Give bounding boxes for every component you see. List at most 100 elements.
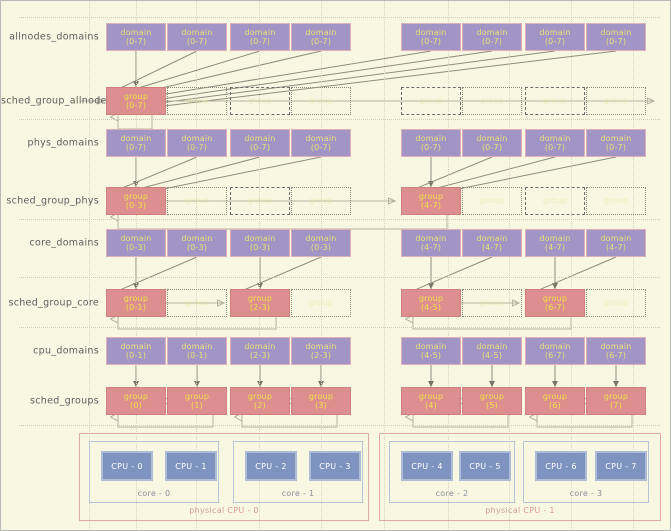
node-range: (0-7) [605, 143, 627, 152]
cpu-box[interactable]: CPU - 4 [401, 451, 453, 481]
domain-node[interactable]: domain (0-1) [167, 337, 227, 365]
domain-node[interactable]: domain (0-7) [586, 129, 646, 157]
cpu-box[interactable]: CPU - 0 [101, 451, 153, 481]
domain-node[interactable]: domain (6-7) [586, 337, 646, 365]
domain-node[interactable]: domain (4-7) [401, 229, 461, 257]
group-node[interactable]: group (0-7) [106, 87, 166, 115]
domain-node[interactable]: domain (2-3) [230, 337, 290, 365]
group-node[interactable]: group (0) [106, 387, 166, 415]
node-range: (0-7) [125, 37, 147, 46]
group-node[interactable]: group (2-3) [230, 289, 290, 317]
row-divider [19, 17, 660, 18]
cpu-box[interactable]: CPU - 5 [459, 451, 511, 481]
ghost-group-node[interactable]: group [230, 87, 290, 115]
node-name: domain [476, 27, 508, 37]
domain-node[interactable]: domain (4-7) [525, 229, 585, 257]
ghost-group-node[interactable]: group [586, 87, 646, 115]
domain-node[interactable]: domain (0-7) [586, 23, 646, 51]
ghost-group-node[interactable]: group [401, 87, 461, 115]
node-range: (4-7) [544, 243, 566, 252]
node-name: domain [476, 341, 508, 351]
domain-node[interactable]: domain (0-7) [291, 129, 351, 157]
group-node[interactable]: group (3) [291, 387, 351, 415]
node-range: (5) [486, 401, 498, 410]
group-node[interactable]: group (7) [586, 387, 646, 415]
domain-node[interactable]: domain (0-7) [401, 129, 461, 157]
node-name: domain [181, 233, 213, 243]
domain-node[interactable]: domain (0-7) [230, 23, 290, 51]
ghost-group-node[interactable]: group [291, 289, 351, 317]
domain-node[interactable]: domain (0-1) [106, 337, 166, 365]
domain-node[interactable]: domain (0-3) [230, 229, 290, 257]
domain-node[interactable]: domain (0-7) [291, 23, 351, 51]
group-node[interactable]: group (4-7) [401, 187, 461, 215]
node-name: domain [305, 133, 337, 143]
ghost-group-node[interactable]: group [291, 187, 351, 215]
ghost-group-node[interactable]: group [167, 289, 227, 317]
ghost-group-node[interactable]: group [230, 187, 290, 215]
domain-node[interactable]: domain (0-7) [462, 23, 522, 51]
ghost-group-node[interactable]: group [167, 87, 227, 115]
group-node[interactable]: group (0-1) [106, 289, 166, 317]
node-name: group [479, 298, 505, 308]
ghost-group-node[interactable]: group [525, 187, 585, 215]
domain-node[interactable]: domain (0-7) [525, 23, 585, 51]
group-node[interactable]: group (4) [401, 387, 461, 415]
domain-node[interactable]: domain (0-7) [106, 23, 166, 51]
node-name: group [418, 191, 444, 201]
node-name: group [123, 91, 149, 101]
node-name: group [603, 196, 629, 206]
cpu-box[interactable]: CPU - 7 [595, 451, 647, 481]
ghost-group-node[interactable]: group [462, 289, 522, 317]
ghost-group-node[interactable]: group [167, 187, 227, 215]
group-node[interactable]: group (0-3) [106, 187, 166, 215]
ghost-group-node[interactable]: group [586, 289, 646, 317]
node-name: domain [120, 341, 152, 351]
cpu-box[interactable]: CPU - 3 [309, 451, 361, 481]
ghost-group-node[interactable]: group [586, 187, 646, 215]
domain-node[interactable]: domain (4-7) [462, 229, 522, 257]
node-range: (0-7) [310, 37, 332, 46]
domain-node[interactable]: domain (4-5) [462, 337, 522, 365]
domain-node[interactable]: domain (4-5) [401, 337, 461, 365]
group-node[interactable]: group (5) [462, 387, 522, 415]
domain-node[interactable]: domain (0-3) [106, 229, 166, 257]
group-node[interactable]: group (2) [230, 387, 290, 415]
ghost-group-node[interactable]: group [291, 87, 351, 115]
domain-node[interactable]: domain (0-7) [230, 129, 290, 157]
cpu-box[interactable]: CPU - 2 [245, 451, 297, 481]
row-label-core-domains: core_domains [29, 237, 99, 249]
node-name: group [418, 293, 444, 303]
domain-node[interactable]: domain (2-3) [291, 337, 351, 365]
group-node[interactable]: group (1) [167, 387, 227, 415]
ghost-group-node[interactable]: group [462, 87, 522, 115]
domain-node[interactable]: domain (0-7) [462, 129, 522, 157]
domain-node[interactable]: domain (0-7) [167, 129, 227, 157]
group-node[interactable]: group (6-7) [525, 289, 585, 317]
domain-node[interactable]: domain (4-7) [586, 229, 646, 257]
domain-node[interactable]: domain (0-7) [167, 23, 227, 51]
cpu-box[interactable]: CPU - 1 [165, 451, 217, 481]
node-name: group [123, 191, 149, 201]
domain-node[interactable]: domain (0-7) [106, 129, 166, 157]
group-node[interactable]: group (6) [525, 387, 585, 415]
domain-node[interactable]: domain (0-7) [525, 129, 585, 157]
node-range: (4-7) [605, 243, 627, 252]
node-range: (0-7) [249, 37, 271, 46]
domain-node[interactable]: domain (6-7) [525, 337, 585, 365]
group-node[interactable]: group (4-5) [401, 289, 461, 317]
domain-node[interactable]: domain (0-7) [401, 23, 461, 51]
node-range: (4-5) [481, 351, 503, 360]
node-name: domain [539, 233, 571, 243]
node-range: (2-3) [249, 351, 271, 360]
node-name: group [308, 391, 334, 401]
cpu-box[interactable]: CPU - 6 [535, 451, 587, 481]
node-range: (0-1) [125, 303, 147, 312]
ghost-group-node[interactable]: group [525, 87, 585, 115]
node-range: (0-7) [420, 37, 442, 46]
domain-node[interactable]: domain (0-3) [167, 229, 227, 257]
domain-node[interactable]: domain (0-3) [291, 229, 351, 257]
ghost-group-node[interactable]: group [462, 187, 522, 215]
node-range: (0-3) [249, 243, 271, 252]
node-name: group [247, 196, 273, 206]
